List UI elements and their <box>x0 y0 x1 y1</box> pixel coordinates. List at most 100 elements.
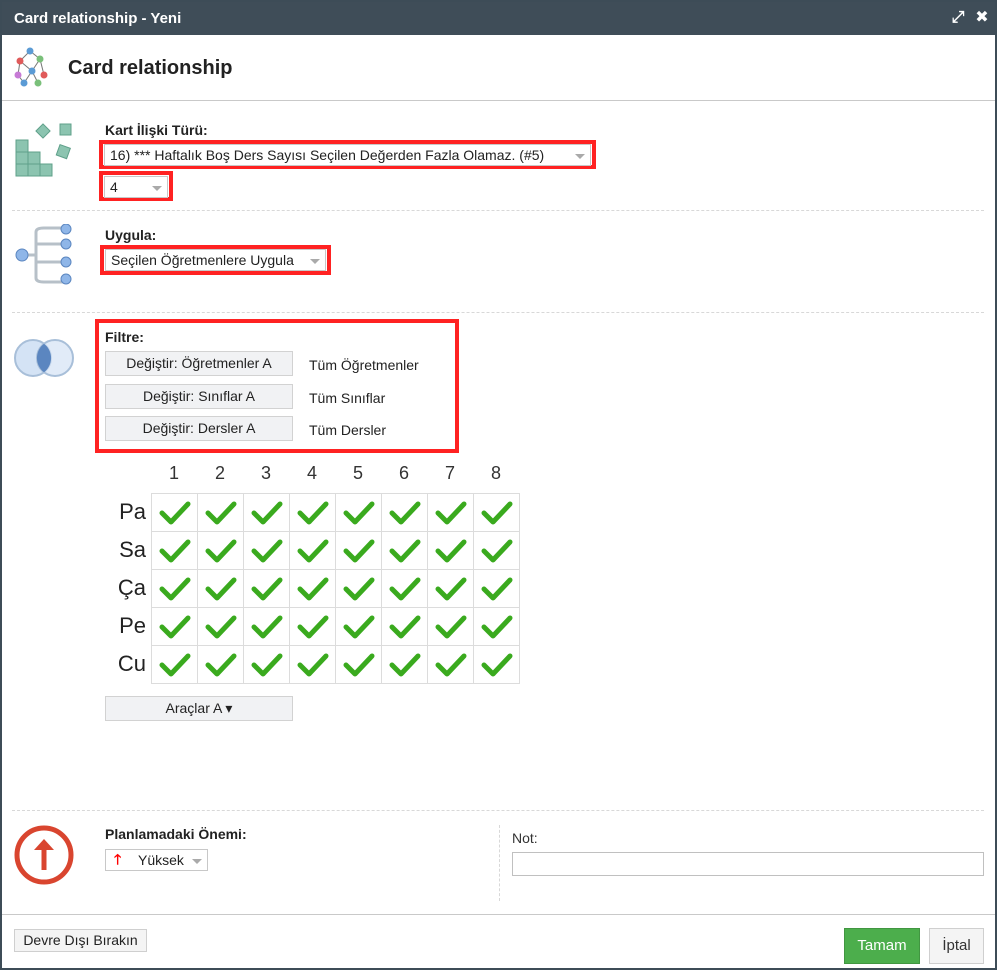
check-icon <box>297 653 329 677</box>
grid-column-header[interactable]: 2 <box>197 463 243 484</box>
check-icon <box>389 501 421 525</box>
cancel-button[interactable]: İptal <box>929 928 984 964</box>
grid-cell[interactable] <box>197 607 244 646</box>
grid-cell[interactable] <box>151 645 198 684</box>
apply-select[interactable]: Seçilen Öğretmenlere Uygula <box>105 249 326 271</box>
grid-cell[interactable] <box>473 531 520 570</box>
chevron-down-icon <box>192 859 202 864</box>
card-type-select-value: 16) *** Haftalık Boş Ders Sayısı Seçilen… <box>110 147 545 163</box>
grid-cell[interactable] <box>427 493 474 532</box>
grid-cell[interactable] <box>151 569 198 608</box>
network-graph-icon <box>14 47 48 87</box>
grid-column-header[interactable]: 3 <box>243 463 289 484</box>
importance-label: Planlamadaki Önemi: <box>105 826 247 842</box>
window-title: Card relationship - Yeni <box>14 10 182 27</box>
grid-cell[interactable] <box>427 531 474 570</box>
grid-cell[interactable] <box>243 607 290 646</box>
change-subjects-button[interactable]: Değiştir: Dersler A <box>105 416 293 441</box>
grid-cell[interactable] <box>289 569 336 608</box>
tools-button[interactable]: Araçlar A ▾ <box>105 696 293 721</box>
up-arrow-circle-icon <box>14 825 74 885</box>
check-icon <box>205 653 237 677</box>
grid-cell[interactable] <box>243 531 290 570</box>
grid-cell[interactable] <box>335 645 382 684</box>
grid-cell[interactable] <box>289 607 336 646</box>
maximize-icon[interactable]: ⤢ <box>948 7 968 29</box>
change-classes-button[interactable]: Değiştir: Sınıflar A <box>105 384 293 409</box>
grid-cell[interactable] <box>243 493 290 532</box>
filter-label: Filtre: <box>105 329 144 345</box>
grid-cell[interactable] <box>381 493 428 532</box>
grid-row-label[interactable]: Pe <box>106 613 146 639</box>
grid-cell[interactable] <box>473 645 520 684</box>
title-bar[interactable]: Card relationship - Yeni ⤢ ✖ <box>2 2 995 35</box>
note-input[interactable] <box>512 852 984 876</box>
section-divider <box>12 210 984 211</box>
grid-column-header[interactable]: 7 <box>427 463 473 484</box>
ok-button[interactable]: Tamam <box>844 928 920 964</box>
check-icon <box>251 501 283 525</box>
grid-cell[interactable] <box>197 531 244 570</box>
venn-filter-icon <box>14 339 74 377</box>
apply-select-value: Seçilen Öğretmenlere Uygula <box>111 252 294 268</box>
importance-select-value: Yüksek <box>138 852 184 868</box>
check-icon <box>389 615 421 639</box>
grid-cell[interactable] <box>151 493 198 532</box>
grid-row-label[interactable]: Sa <box>106 537 146 563</box>
grid-cell[interactable] <box>335 493 382 532</box>
disable-button[interactable]: Devre Dışı Bırakın <box>14 929 147 952</box>
grid-cell[interactable] <box>243 569 290 608</box>
grid-cell[interactable] <box>289 531 336 570</box>
grid-cell[interactable] <box>473 607 520 646</box>
grid-cell[interactable] <box>289 493 336 532</box>
value-select[interactable]: 4 <box>104 176 168 198</box>
grid-cell[interactable] <box>151 531 198 570</box>
check-icon <box>297 539 329 563</box>
check-icon <box>205 501 237 525</box>
card-type-select[interactable]: 16) *** Haftalık Boş Ders Sayısı Seçilen… <box>104 144 591 166</box>
grid-column-header[interactable]: 4 <box>289 463 335 484</box>
grid-cell[interactable] <box>473 493 520 532</box>
check-icon <box>343 501 375 525</box>
close-icon[interactable]: ✖ <box>972 7 992 29</box>
grid-cell[interactable] <box>381 569 428 608</box>
grid-column-header[interactable]: 5 <box>335 463 381 484</box>
importance-select[interactable]: 🡑 Yüksek <box>105 849 208 871</box>
grid-cell[interactable] <box>243 645 290 684</box>
grid-cell[interactable] <box>381 531 428 570</box>
check-icon <box>343 539 375 563</box>
check-icon <box>159 501 191 525</box>
grid-column-header[interactable]: 1 <box>151 463 197 484</box>
check-icon <box>343 577 375 601</box>
filter-classes-value: Tüm Sınıflar <box>309 390 386 406</box>
grid-row-label[interactable]: Cu <box>106 651 146 677</box>
note-label: Not: <box>512 830 538 846</box>
check-icon <box>343 653 375 677</box>
grid-cell[interactable] <box>473 569 520 608</box>
change-teachers-button[interactable]: Değiştir: Öğretmenler A <box>105 351 293 376</box>
grid-cell[interactable] <box>335 531 382 570</box>
check-icon <box>389 653 421 677</box>
grid-cell[interactable] <box>289 645 336 684</box>
grid-cell[interactable] <box>151 607 198 646</box>
filter-teachers-value: Tüm Öğretmenler <box>309 357 419 373</box>
grid-column-header[interactable]: 8 <box>473 463 519 484</box>
grid-cell[interactable] <box>427 645 474 684</box>
grid-cell[interactable] <box>381 607 428 646</box>
grid-cell[interactable] <box>335 607 382 646</box>
grid-row-label[interactable]: Ça <box>106 575 146 601</box>
check-icon <box>481 501 513 525</box>
grid-cell[interactable] <box>427 569 474 608</box>
grid-cell[interactable] <box>197 569 244 608</box>
check-icon <box>435 615 467 639</box>
grid-cell[interactable] <box>427 607 474 646</box>
chevron-down-icon <box>575 154 585 159</box>
footer-divider <box>2 914 995 915</box>
grid-cell[interactable] <box>335 569 382 608</box>
grid-row-label[interactable]: Pa <box>106 499 146 525</box>
grid-cell[interactable] <box>197 493 244 532</box>
grid-column-header[interactable]: 6 <box>381 463 427 484</box>
grid-cell[interactable] <box>197 645 244 684</box>
grid-cell[interactable] <box>381 645 428 684</box>
check-icon <box>481 577 513 601</box>
